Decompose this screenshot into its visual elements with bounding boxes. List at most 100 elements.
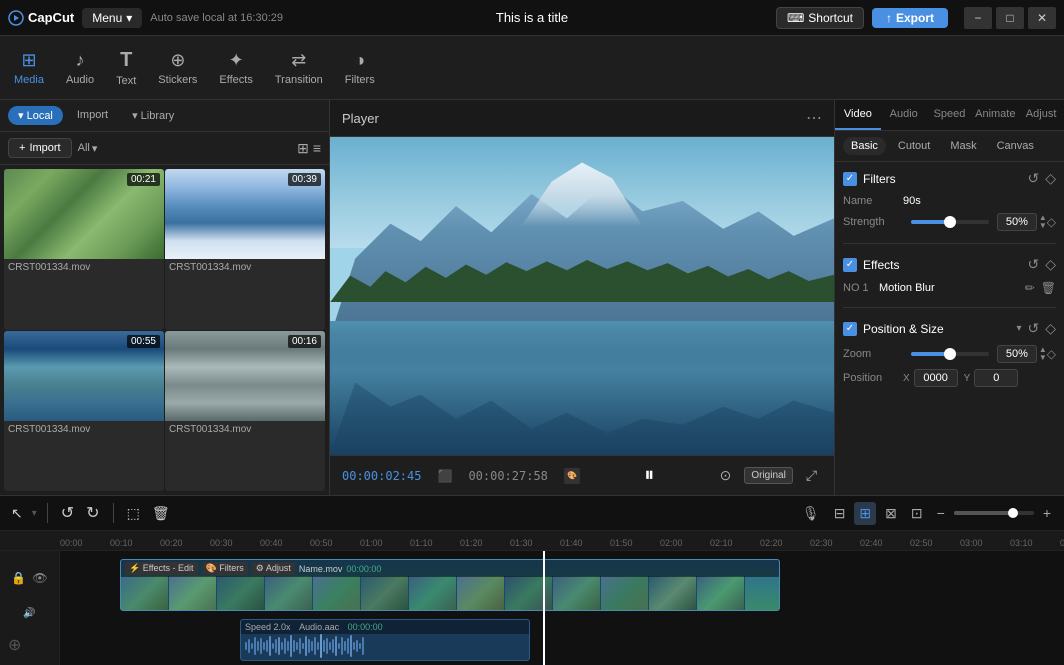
filters-checkbox[interactable]: ✓ bbox=[843, 172, 857, 186]
filter-strength-label: Strength bbox=[843, 216, 903, 228]
audio-clip[interactable]: Speed 2.0x Audio.aac 00:00:00 bbox=[240, 619, 530, 661]
redo-button[interactable]: ↻ bbox=[83, 500, 102, 526]
unlink-button[interactable]: ⊡ bbox=[906, 502, 928, 525]
tab-speed[interactable]: Speed bbox=[927, 100, 973, 130]
zoom-slider[interactable] bbox=[911, 352, 989, 356]
tab-library[interactable]: ▾ Library bbox=[122, 106, 184, 125]
tool-text[interactable]: T Text bbox=[106, 43, 146, 93]
mountain-scene bbox=[330, 137, 834, 455]
split-button[interactable]: ⬚ bbox=[124, 502, 143, 525]
filters-reset-button[interactable]: ↺ bbox=[1027, 170, 1039, 187]
wave-bar-0 bbox=[245, 642, 247, 650]
wave-bar-35 bbox=[350, 635, 352, 657]
wave-bar-28 bbox=[329, 642, 331, 650]
video-clip[interactable]: ⚡ Effects - Edit 🎨 Filters ⚙ Adjust Name… bbox=[120, 559, 780, 611]
wave-bar-20 bbox=[305, 636, 307, 656]
media-item-2[interactable]: 00:39 CRST001334.mov bbox=[165, 169, 325, 330]
strength-reset[interactable]: ◇ bbox=[1047, 215, 1056, 229]
view-buttons: ⊞ ≡ bbox=[297, 140, 321, 157]
media-item-4[interactable]: 00:16 CRST001334.mov bbox=[165, 331, 325, 492]
ruler-mark-12: 02:00 bbox=[660, 538, 710, 548]
subtab-cutout[interactable]: Cutout bbox=[890, 137, 938, 155]
fullscreen-button[interactable]: ⤢ bbox=[801, 464, 822, 487]
tool-stickers[interactable]: ⊕ Stickers bbox=[148, 44, 207, 92]
track-controls-spacer bbox=[2, 555, 57, 564]
tool-effects[interactable]: ✦ Effects bbox=[209, 44, 262, 92]
audio-volume-button[interactable]: 🔊 bbox=[21, 606, 37, 621]
minimize-button[interactable]: − bbox=[964, 7, 992, 29]
playhead[interactable] bbox=[543, 551, 545, 665]
import-button[interactable]: + Import bbox=[8, 138, 72, 158]
screenshot-button[interactable]: ⊙ bbox=[715, 464, 737, 487]
position-checkbox[interactable]: ✓ bbox=[843, 322, 857, 336]
track-controls: 🔒 👁 🔊 ⊕ bbox=[0, 551, 60, 665]
tool-transition[interactable]: ⇄ Transition bbox=[265, 44, 333, 92]
effect-edit-1[interactable]: ✏ bbox=[1025, 281, 1035, 295]
ruler-mark-13: 02:10 bbox=[710, 538, 760, 548]
tab-adjust[interactable]: Adjust bbox=[1018, 100, 1064, 130]
tool-filters[interactable]: ◑ Filters bbox=[335, 44, 385, 92]
filters-copy-button[interactable]: ◇ bbox=[1045, 170, 1056, 187]
subtab-canvas[interactable]: Canvas bbox=[989, 137, 1042, 155]
tab-video[interactable]: Video bbox=[835, 100, 881, 130]
subtab-basic[interactable]: Basic bbox=[843, 137, 886, 155]
position-x-input[interactable] bbox=[914, 369, 958, 387]
maximize-button[interactable]: □ bbox=[996, 7, 1024, 29]
select-dropdown[interactable]: ▾ bbox=[32, 508, 37, 519]
tab-animate[interactable]: Animate bbox=[972, 100, 1018, 130]
add-track-button[interactable]: ⊕ bbox=[6, 633, 23, 657]
mic-button[interactable]: 🎙 bbox=[797, 502, 825, 525]
select-tool-button[interactable]: ↖ bbox=[8, 502, 26, 525]
subtab-mask[interactable]: Mask bbox=[942, 137, 984, 155]
close-button[interactable]: ✕ bbox=[1028, 7, 1056, 29]
media-item-1[interactable]: 00:21 CRST001334.mov bbox=[4, 169, 164, 330]
zoom-reset[interactable]: ◇ bbox=[1047, 347, 1056, 361]
shortcut-button[interactable]: ⌨ Shortcut bbox=[776, 7, 864, 29]
export-button[interactable]: ↑ Export bbox=[872, 8, 948, 28]
player-menu-button[interactable]: ⋯ bbox=[806, 108, 822, 128]
zoom-in-button[interactable]: + bbox=[1038, 502, 1056, 524]
tab-audio[interactable]: Audio bbox=[881, 100, 927, 130]
zoom-input[interactable] bbox=[997, 345, 1037, 363]
zoom-timeline-thumb[interactable] bbox=[1008, 508, 1018, 518]
position-reset-button[interactable]: ↺ bbox=[1027, 320, 1039, 337]
video-mute-button[interactable]: 👁 bbox=[30, 569, 49, 587]
timeline: ↖ ▾ ↺ ↻ ⬚ 🗑 🎙 ⊟ ⊞ ⊠ ⊡ − + 00:00 00:10 00… bbox=[0, 495, 1064, 665]
strength-slider[interactable] bbox=[911, 220, 989, 224]
menu-button[interactable]: Menu ▾ bbox=[82, 8, 142, 28]
play-pause-button[interactable]: ⏸ bbox=[644, 464, 654, 487]
track-content-area: ⚡ Effects - Edit 🎨 Filters ⚙ Adjust Name… bbox=[60, 551, 1064, 665]
strength-thumb[interactable] bbox=[944, 216, 956, 228]
grid-view-button[interactable]: ⊞ bbox=[297, 140, 309, 157]
zoom-down[interactable]: ▼ bbox=[1039, 354, 1047, 362]
wave-bar-11 bbox=[278, 637, 280, 655]
tab-local[interactable]: ▾ Local bbox=[8, 106, 63, 125]
video-lock-button[interactable]: 🔒 bbox=[9, 569, 28, 587]
topbar: CapCut Menu ▾ Auto save local at 16:30:2… bbox=[0, 0, 1064, 36]
effects-copy-button[interactable]: ◇ bbox=[1045, 256, 1056, 273]
media-item-3[interactable]: 00:55 CRST001334.mov bbox=[4, 331, 164, 492]
tab-import[interactable]: Import bbox=[67, 106, 118, 125]
strength-input[interactable] bbox=[997, 213, 1037, 231]
link-split-button[interactable]: ⊟ bbox=[829, 502, 851, 525]
effect-delete-1[interactable]: 🗑 bbox=[1041, 281, 1056, 295]
effects-reset-button[interactable]: ↺ bbox=[1027, 256, 1039, 273]
filter-name-row: Name 90s bbox=[843, 195, 1056, 207]
effects-header: ✓ Effects ↺ ◇ bbox=[843, 256, 1056, 273]
color-picker-icon[interactable]: 🎨 bbox=[564, 468, 580, 484]
list-view-button[interactable]: ≡ bbox=[313, 140, 321, 157]
zoom-timeline-slider[interactable] bbox=[954, 511, 1034, 515]
strength-down[interactable]: ▼ bbox=[1039, 222, 1047, 230]
position-copy-button[interactable]: ◇ bbox=[1045, 320, 1056, 337]
zoom-thumb[interactable] bbox=[944, 348, 956, 360]
zoom-out-button[interactable]: − bbox=[932, 502, 950, 524]
tool-audio[interactable]: ♪ Audio bbox=[56, 44, 104, 92]
snap-button[interactable]: ⊞ bbox=[854, 502, 876, 525]
delete-button[interactable]: 🗑 bbox=[149, 502, 173, 525]
effects-checkbox[interactable]: ✓ bbox=[843, 258, 857, 272]
position-y-input[interactable] bbox=[974, 369, 1018, 387]
link-button[interactable]: ⊠ bbox=[880, 502, 902, 525]
tool-media[interactable]: ⊞ Media bbox=[4, 44, 54, 92]
undo-button[interactable]: ↺ bbox=[58, 500, 77, 526]
all-filter-button[interactable]: All ▾ bbox=[78, 142, 98, 155]
